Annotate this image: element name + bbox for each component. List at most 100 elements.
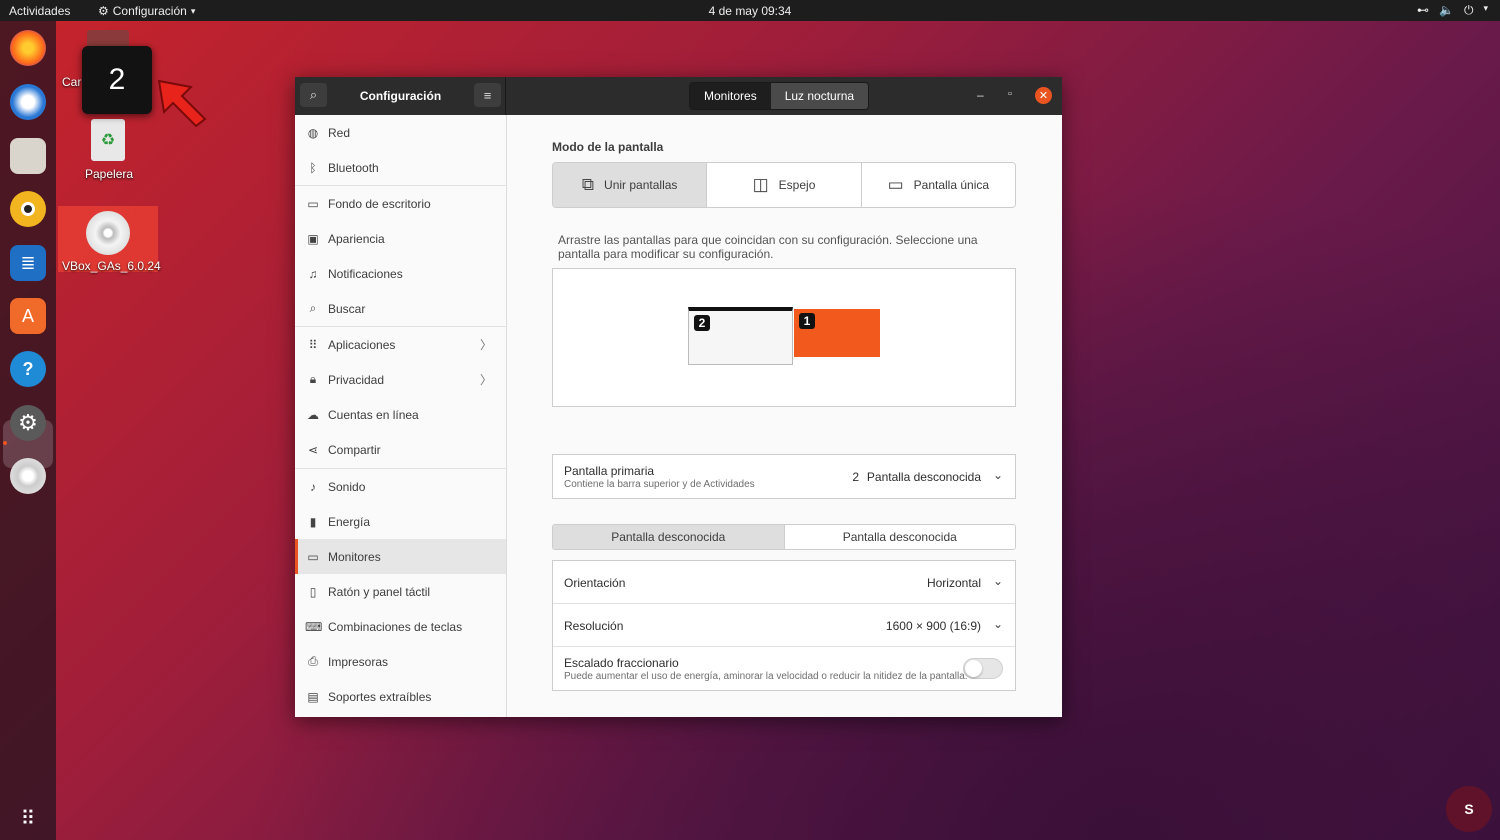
view-switcher: Monitores Luz nocturna xyxy=(689,82,870,110)
firefox-icon[interactable] xyxy=(10,30,46,66)
clock[interactable]: 4 de may 09:34 xyxy=(0,4,1500,18)
fractional-scaling-toggle[interactable] xyxy=(963,658,1003,679)
music-note-icon: ♪ xyxy=(310,479,316,494)
sidebar-item-red[interactable]: ◍ Red xyxy=(295,115,506,150)
sidebar-item-energia[interactable]: ▮ Energía xyxy=(295,504,506,539)
header-left: ⌕ Configuración ≡ xyxy=(295,77,506,115)
sidebar-item-raton[interactable]: ▯ Ratón y panel táctil xyxy=(295,574,506,609)
sidebar-item-label: Red xyxy=(328,125,351,140)
network-icon: ◍ xyxy=(307,125,319,140)
sidebar-item-privacidad[interactable]: 🔒︎ Privacidad 〉 xyxy=(295,362,506,397)
sidebar-item-label: Monitores xyxy=(328,549,381,564)
sidebar-item-cuentas[interactable]: ☁ Cuentas en línea xyxy=(295,397,506,432)
sidebar-item-monitores[interactable]: ▭ Monitores xyxy=(295,539,506,574)
mode-mirror-button[interactable]: ◫ Espejo xyxy=(707,163,862,207)
monitor-1-preview[interactable]: 1 xyxy=(794,309,880,357)
system-tray[interactable]: ⊷ 🔈 ⏻ ▾ xyxy=(1417,3,1488,18)
sidebar-item-impresoras[interactable]: ⎙ Impresoras xyxy=(295,644,506,679)
chevron-down-icon: ▾ xyxy=(190,5,196,16)
sidebar-item-label: Ratón y panel táctil xyxy=(328,584,431,599)
close-icon[interactable]: ✕ xyxy=(1035,87,1052,104)
sidebar-item-notificaciones[interactable]: ♫ Notificaciones xyxy=(295,256,506,291)
tab-luz-nocturna[interactable]: Luz nocturna xyxy=(770,83,869,109)
display-arrangement: 2 1 xyxy=(552,268,1016,407)
workspace-popup: 2 xyxy=(82,46,152,114)
chevron-down-icon: ⌄ xyxy=(992,574,1003,588)
header-bar: ⌕ Configuración ≡ Monitores Luz nocturna… xyxy=(295,77,1062,115)
sidebar-item-label: Buscar xyxy=(328,301,366,316)
orientation-row[interactable]: Orientación Horizontal ⌄ xyxy=(553,561,1015,604)
appearance-icon: ▣ xyxy=(307,231,319,246)
mode-single-button[interactable]: ▭ Pantalla única xyxy=(861,163,1015,207)
maximize-icon[interactable]: ▫ xyxy=(1008,88,1012,100)
display-tab-2[interactable]: Pantalla desconocida xyxy=(784,525,1015,549)
help-icon[interactable]: ? xyxy=(10,351,46,387)
software-center-icon[interactable]: A xyxy=(10,298,46,334)
trash-label: Papelera xyxy=(85,167,134,181)
sidebar-item-sonido[interactable]: ♪ Sonido xyxy=(295,469,506,504)
display-tab-1[interactable]: Pantalla desconocida xyxy=(553,525,785,549)
menu-button[interactable]: ≡ xyxy=(474,83,501,107)
sidebar-item-aplicaciones[interactable]: ⠿ Aplicaciones 〉 xyxy=(295,327,506,362)
toggle-knob xyxy=(965,660,982,677)
row-title: Pantalla primaria xyxy=(564,464,655,478)
mode-label: Espejo xyxy=(778,178,816,192)
monitor-2-preview[interactable]: 2 xyxy=(688,307,793,365)
cloud-icon: ☁ xyxy=(307,407,319,422)
sidebar-item-label: Aplicaciones xyxy=(328,337,396,352)
chevron-down-icon: ▾ xyxy=(1483,3,1488,13)
keyboard-icon: ⌨ xyxy=(305,619,323,634)
monitors-panel: Modo de la pantalla ⧉ Unir pantallas ◫ Esp… xyxy=(507,115,1062,717)
primary-display-row[interactable]: Pantalla primaria Contiene la barra supe… xyxy=(553,455,1015,498)
sidebar-item-combinaciones[interactable]: ⌨ Combinaciones de teclas xyxy=(295,609,506,644)
files-icon[interactable] xyxy=(10,138,46,174)
app-menu[interactable]: ⚙ Configuración ▾ xyxy=(98,4,195,18)
hamburger-icon: ≡ xyxy=(483,87,492,103)
resolution-row[interactable]: Resolución 1600 × 900 (16:9) ⌄ xyxy=(553,604,1015,647)
primary-display-box: Pantalla primaria Contiene la barra supe… xyxy=(552,454,1016,499)
mode-label: Unir pantallas xyxy=(604,178,678,192)
sidebar-item-label: Fondo de escritorio xyxy=(328,196,431,211)
gear-icon: ⚙ xyxy=(98,4,109,18)
sidebar-item-bluetooth[interactable]: ᛒ Bluetooth xyxy=(295,150,506,185)
minimize-icon[interactable]: ‒ xyxy=(977,88,984,102)
disc-icon[interactable] xyxy=(86,211,130,255)
show-apps-icon[interactable]: ⠿ xyxy=(10,800,46,836)
fractional-scaling-row: Escalado fraccionario Puede aumentar el … xyxy=(553,647,1015,690)
trash-icon[interactable]: ♻ xyxy=(91,119,125,161)
share-icon: ⋖ xyxy=(307,442,319,457)
dock: ≣ A ? ⚙ ⠿ xyxy=(0,21,56,840)
power-icon: ⏻ xyxy=(1463,3,1474,17)
row-title: Resolución xyxy=(564,619,624,633)
settings-window: ⌕ Configuración ≡ Monitores Luz nocturna… xyxy=(295,77,1062,717)
sidebar-item-buscar[interactable]: ⌕ Buscar xyxy=(295,291,506,326)
display-mode-title: Modo de la pantalla xyxy=(552,140,664,154)
writer-icon[interactable]: ≣ xyxy=(10,245,46,281)
red-arrow-icon xyxy=(157,79,207,127)
sidebar-item-soportes[interactable]: ▤ Soportes extraíbles xyxy=(295,679,506,714)
sidebar-item-fondo[interactable]: ▭ Fondo de escritorio xyxy=(295,186,506,221)
sidebar-item-label: Notificaciones xyxy=(328,266,403,281)
mirror-icon: ◫ xyxy=(752,175,769,194)
rhythmbox-icon[interactable] xyxy=(10,191,46,227)
settings-icon[interactable]: ⚙ xyxy=(10,405,46,441)
thunderbird-icon[interactable] xyxy=(10,84,46,120)
media-icon: ▤ xyxy=(307,689,319,704)
sidebar-item-label: Sonido xyxy=(328,479,366,494)
network-wired-icon: ⊷ xyxy=(1417,3,1430,17)
sidebar-item-label: Bluetooth xyxy=(328,160,379,175)
sidebar-item-apariencia[interactable]: ▣ Apariencia xyxy=(295,221,506,256)
chevron-down-icon: ⌄ xyxy=(992,617,1003,631)
sidebar-item-label: Impresoras xyxy=(328,654,389,669)
primary-display-number: 2 xyxy=(852,470,859,484)
mode-join-button[interactable]: ⧉ Unir pantallas xyxy=(553,163,708,207)
join-displays-icon: ⧉ xyxy=(581,175,595,194)
sidebar: ◍ Red ᛒ Bluetooth ▭ Fondo de escritorio ▣ Ap… xyxy=(295,115,507,717)
display-tabs: Pantalla desconocida Pantalla desconocid… xyxy=(552,524,1016,550)
activities-button[interactable]: Actividades xyxy=(9,4,70,18)
sidebar-item-label: Privacidad xyxy=(328,372,385,387)
chevron-right-icon: 〉 xyxy=(479,338,492,352)
disc-icon[interactable] xyxy=(10,458,46,494)
tab-monitores[interactable]: Monitores xyxy=(690,83,771,109)
sidebar-item-compartir[interactable]: ⋖ Compartir xyxy=(295,432,506,467)
